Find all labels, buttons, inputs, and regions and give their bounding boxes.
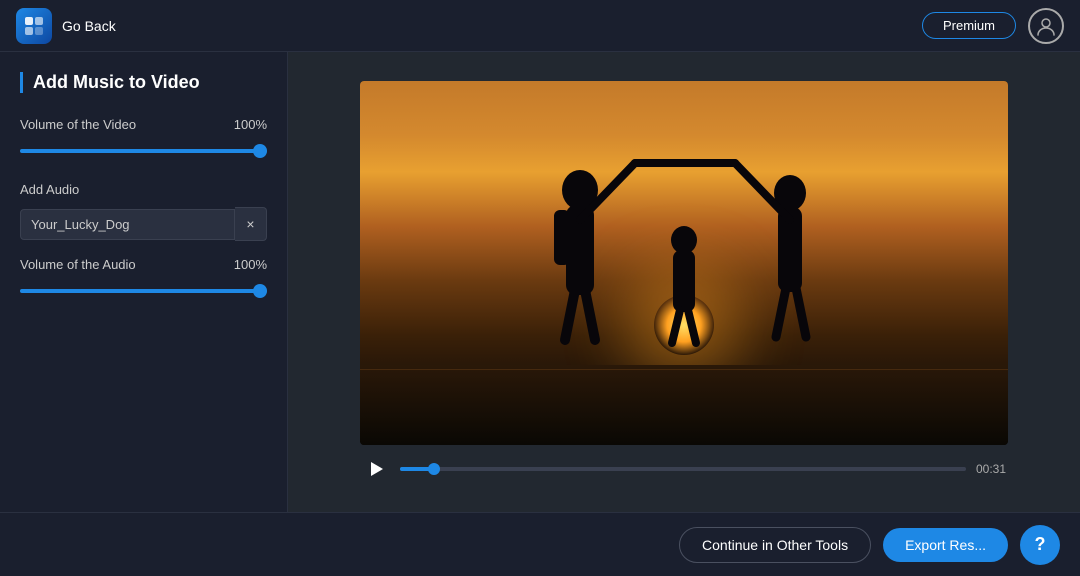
video-controls: 00:31 [360,455,1008,483]
app-icon [16,8,52,44]
audio-input-row: × [20,207,267,241]
audio-clear-button[interactable]: × [235,207,267,241]
premium-button[interactable]: Premium [922,12,1016,39]
help-button[interactable]: ? [1020,525,1060,565]
volume-audio-row: Volume of the Audio 100% [20,257,267,272]
volume-video-slider-container[interactable] [20,140,267,158]
video-time-display: 00:31 [976,462,1006,476]
volume-audio-slider-container[interactable] [20,280,267,298]
volume-video-label: Volume of the Video [20,117,136,132]
header-left: Go Back [16,8,116,44]
export-button[interactable]: Export Res... [883,528,1008,562]
sidebar-title: Add Music to Video [20,72,267,93]
main-content: Add Music to Video Volume of the Video 1… [0,52,1080,512]
volume-audio-label: Volume of the Audio [20,257,136,272]
video-progress-thumb[interactable] [428,463,440,475]
video-thumbnail [360,81,1008,445]
header-right: Premium [922,8,1064,44]
header: Go Back Premium [0,0,1080,52]
video-container [360,81,1008,445]
audio-filename-input[interactable] [20,209,235,240]
add-audio-label: Add Audio [20,182,267,197]
volume-video-slider[interactable] [20,149,267,153]
footer: Continue in Other Tools Export Res... ? [0,512,1080,576]
volume-video-row: Volume of the Video 100% [20,117,267,132]
volume-audio-value: 100% [234,257,267,272]
silhouette-scene [360,81,1008,445]
user-avatar[interactable] [1028,8,1064,44]
volume-audio-slider[interactable] [20,289,267,293]
video-progress-track[interactable] [400,467,966,471]
volume-video-value: 100% [234,117,267,132]
continue-other-tools-button[interactable]: Continue in Other Tools [679,527,871,563]
play-button[interactable] [362,455,390,483]
go-back-link[interactable]: Go Back [62,18,116,34]
family-silhouette-svg [360,85,1008,385]
sidebar: Add Music to Video Volume of the Video 1… [0,52,288,512]
video-area: 00:31 [288,52,1080,512]
